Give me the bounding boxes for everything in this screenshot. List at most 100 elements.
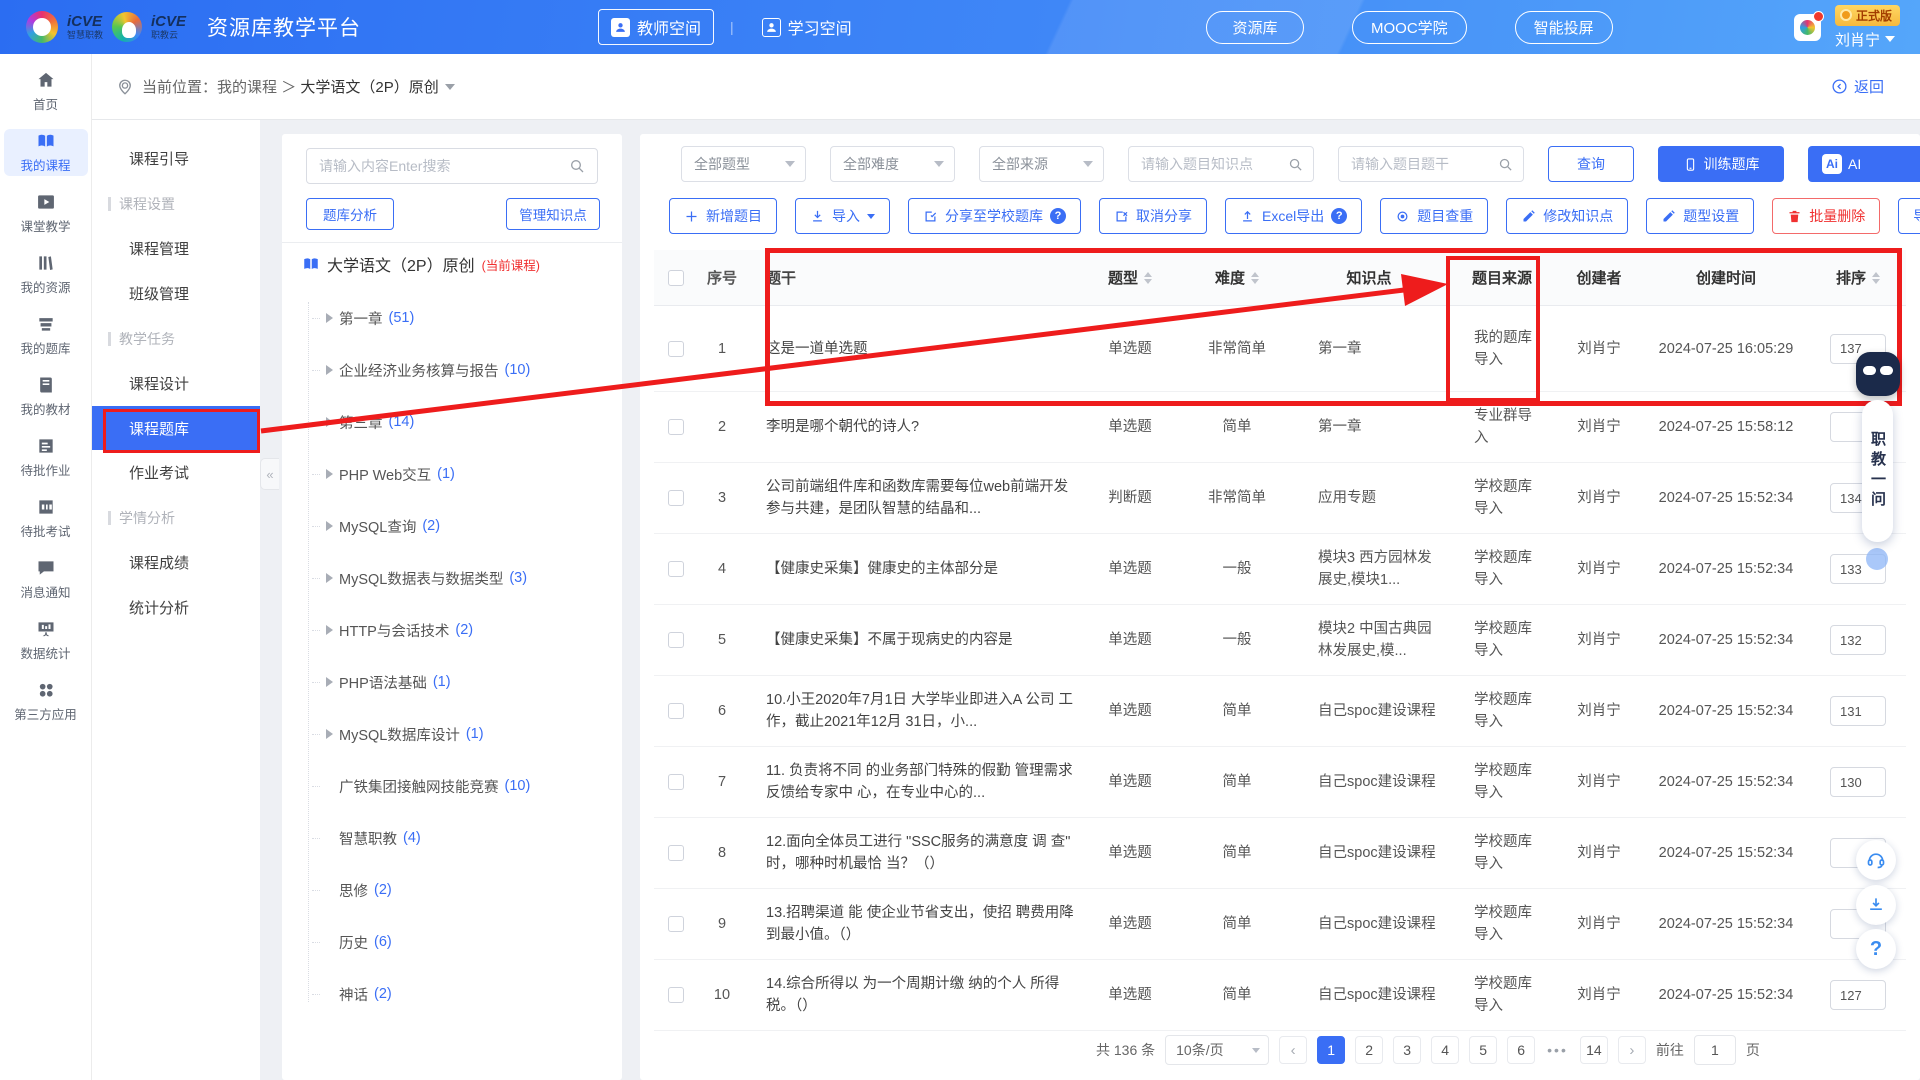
submenu-item[interactable]: 教学任务 — [92, 316, 260, 361]
header-sort[interactable]: 排序 — [1810, 267, 1906, 288]
cell-stem[interactable]: 【健康史采集】健康史的主体部分是 — [746, 558, 1076, 580]
header-pill-button[interactable]: MOOC学院 — [1352, 11, 1467, 44]
select-all-checkbox[interactable] — [668, 270, 684, 286]
ai-button[interactable]: Ai AI — [1808, 146, 1920, 182]
breadcrumb-parent[interactable]: 我的课程 — [217, 79, 277, 96]
sort-arrows-icon[interactable] — [1144, 272, 1152, 284]
cell-stem[interactable]: 12.面向全体员工进行 "SSC服务的满意度 调 查" 时，哪种时机最恰 当？（… — [746, 831, 1076, 875]
tree-item[interactable]: PHP语法基础 (1) — [282, 656, 622, 708]
header-pill-button[interactable]: 资源库 — [1206, 11, 1304, 44]
bank-analysis-button[interactable]: 题库分析 — [306, 198, 394, 230]
row-checkbox[interactable] — [668, 774, 684, 790]
page-number-button[interactable]: 6 — [1507, 1036, 1535, 1064]
submenu-item[interactable]: 作业考试 — [92, 450, 260, 495]
cancel-share-button[interactable]: 取消分享 — [1099, 198, 1207, 234]
question-type-select[interactable]: 全部题型 — [681, 146, 806, 182]
cell-stem[interactable]: 公司前端组件库和函数库需要每位web前端开发参与共建，是团队智慧的结晶和... — [746, 476, 1076, 520]
rail-item-my-textbooks[interactable]: 我的教材 — [4, 373, 88, 420]
page-number-button[interactable]: 5 — [1469, 1036, 1497, 1064]
last-page-button[interactable]: 14 — [1580, 1036, 1608, 1064]
manage-knowledge-button[interactable]: 管理知识点 — [506, 198, 600, 230]
tree-item[interactable]: MySQL查询 (2) — [282, 500, 622, 552]
tree-item[interactable]: PHP Web交互 (1) — [282, 448, 622, 500]
submenu-item[interactable]: 课程管理 — [92, 226, 260, 271]
tree-root[interactable]: 大学语文（2P）原创 (当前课程) — [302, 252, 612, 276]
knowledge-search-input[interactable] — [1141, 156, 1282, 172]
tree-item[interactable]: 历史 (6) — [282, 916, 622, 968]
search-icon[interactable] — [569, 158, 585, 174]
customer-service-button[interactable] — [1856, 840, 1896, 880]
stem-search-input[interactable] — [1351, 156, 1492, 172]
nav-teacher-space[interactable]: 教师空间 — [598, 9, 714, 45]
page-number-button[interactable]: 4 — [1431, 1036, 1459, 1064]
header-difficulty[interactable]: 难度 — [1184, 267, 1290, 288]
expand-arrow-icon[interactable] — [326, 573, 333, 583]
tree-item[interactable]: MySQL数据表与数据类型 (3) — [282, 552, 622, 604]
rail-item-third-party-apps[interactable]: 第三方应用 — [4, 678, 88, 725]
page-number-button[interactable]: 1 — [1317, 1036, 1345, 1064]
duplicate-check-button[interactable]: 题目查重 — [1380, 198, 1488, 234]
mini-app-icon[interactable] — [1794, 14, 1821, 41]
add-question-button[interactable]: 新增题目 — [669, 198, 777, 234]
tree-search-input[interactable] — [319, 158, 561, 174]
submenu-item[interactable]: 课程成绩 — [92, 540, 260, 585]
import-records-button[interactable]: 导入记录 — [1898, 198, 1920, 234]
download-float-button[interactable] — [1856, 885, 1896, 925]
submenu-item[interactable]: 课程设置 — [92, 181, 260, 226]
rail-item-home[interactable]: 首页 — [4, 68, 88, 115]
rail-item-my-courses[interactable]: 我的课程 — [4, 129, 88, 176]
row-checkbox[interactable] — [668, 845, 684, 861]
submenu-item[interactable]: 班级管理 — [92, 271, 260, 316]
row-checkbox[interactable] — [668, 561, 684, 577]
help-question-icon[interactable]: ? — [1331, 208, 1347, 224]
difficulty-select[interactable]: 全部难度 — [830, 146, 955, 182]
rail-item-my-question-bank[interactable]: 我的题库 — [4, 312, 88, 359]
source-select[interactable]: 全部来源 — [979, 146, 1104, 182]
breadcrumb-chevron-down-icon[interactable] — [445, 84, 455, 90]
search-icon[interactable] — [1498, 157, 1513, 172]
row-checkbox[interactable] — [668, 916, 684, 932]
cell-stem[interactable]: 李明是哪个朝代的诗人? — [746, 416, 1076, 438]
page-ellipsis[interactable]: ••• — [1545, 1042, 1570, 1058]
nav-student-space[interactable]: 学习空间 — [750, 10, 864, 44]
row-checkbox[interactable] — [668, 341, 684, 357]
tree-item[interactable]: 智慧职教 (4) — [282, 812, 622, 864]
rail-item-data-statistics[interactable]: 数据统计 — [4, 617, 88, 664]
cell-stem[interactable]: 这是一道单选题 — [746, 338, 1076, 360]
expand-arrow-icon[interactable] — [326, 521, 333, 531]
tree-item[interactable]: 思修 (2) — [282, 864, 622, 916]
rail-item-pending-homework[interactable]: 待批作业 — [4, 434, 88, 481]
submenu-item[interactable]: 课程题库 — [92, 406, 260, 450]
cell-stem[interactable]: 14.综合所得以 为一个周期计缴 纳的个人 所得税。（） — [746, 973, 1076, 1017]
tree-item[interactable]: 第一章 (51) — [282, 292, 622, 344]
panel-collapse-handle[interactable]: « — [260, 458, 279, 490]
user-menu[interactable]: 刘肖宁 — [1835, 29, 1895, 50]
submenu-item[interactable]: 统计分析 — [92, 585, 260, 630]
header-pill-button[interactable]: 智能投屏 — [1515, 11, 1613, 44]
sort-arrows-icon[interactable] — [1872, 272, 1880, 284]
expand-arrow-icon[interactable] — [326, 677, 333, 687]
row-checkbox[interactable] — [668, 490, 684, 506]
assistant-banner[interactable]: 职教一问 — [1862, 400, 1893, 542]
cell-stem[interactable]: 13.招聘渠道 能 使企业节省支出，使招 聘费用降到最小值。（） — [746, 902, 1076, 946]
expand-arrow-icon[interactable] — [326, 313, 333, 323]
row-checkbox[interactable] — [668, 632, 684, 648]
back-button[interactable]: 返回 — [1831, 76, 1884, 97]
page-number-button[interactable]: 3 — [1393, 1036, 1421, 1064]
sort-order-input[interactable] — [1830, 696, 1886, 726]
edit-knowledge-button[interactable]: 修改知识点 — [1506, 198, 1628, 234]
row-checkbox[interactable] — [668, 987, 684, 1003]
expand-arrow-icon[interactable] — [326, 417, 333, 427]
train-bank-button[interactable]: 训练题库 — [1658, 146, 1784, 182]
rail-item-classroom-teaching[interactable]: 课堂教学 — [4, 190, 88, 237]
share-to-school-bank-button[interactable]: 分享至学校题库 ? — [908, 198, 1081, 234]
row-checkbox[interactable] — [668, 419, 684, 435]
cell-stem[interactable]: 【健康史采集】不属于现病史的内容是 — [746, 629, 1076, 651]
tree-item[interactable]: 广铁集团接触网技能竞赛 (10) — [282, 760, 622, 812]
rail-item-my-resources[interactable]: 我的资源 — [4, 251, 88, 298]
sort-order-input[interactable] — [1830, 980, 1886, 1010]
expand-arrow-icon[interactable] — [326, 469, 333, 479]
page-size-select[interactable]: 10条/页 — [1165, 1035, 1269, 1065]
next-page-button[interactable]: › — [1618, 1036, 1646, 1064]
row-checkbox[interactable] — [668, 703, 684, 719]
